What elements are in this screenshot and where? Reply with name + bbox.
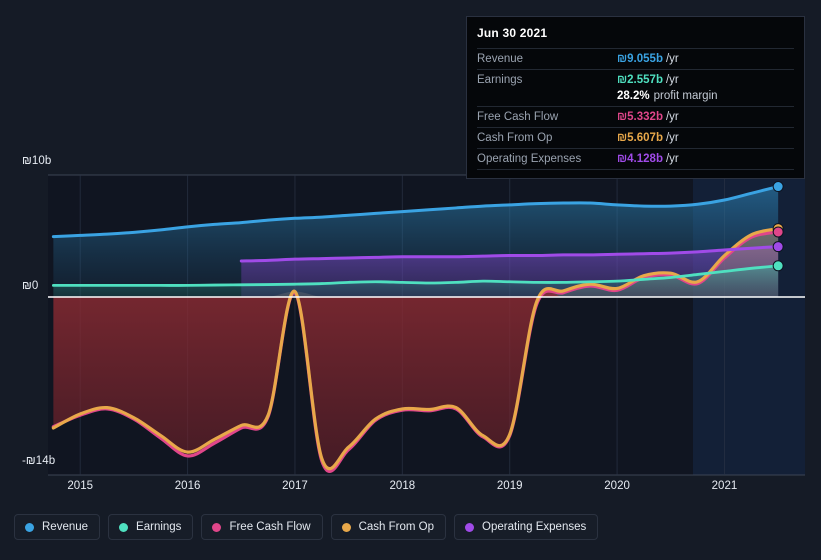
- y-axis-label-bottom: -₪14b: [22, 455, 56, 467]
- legend-item-label: Operating Expenses: [482, 521, 587, 533]
- tooltip-row-operating-expenses: Operating Expenses ₪4.128b /yr: [477, 148, 794, 169]
- tooltip-unit-free-cash-flow: /yr: [665, 111, 679, 123]
- tooltip-row-cash-from-op: Cash From Op ₪5.607b /yr: [477, 127, 794, 148]
- endpoint-marker-earnings: [772, 260, 784, 272]
- tooltip-value-operating-expenses: ₪4.128b: [617, 153, 663, 165]
- legend-item-label: Earnings: [136, 521, 182, 533]
- x-axis-tick-2019: 2019: [496, 480, 523, 492]
- x-axis-tick-2017: 2017: [282, 480, 308, 492]
- legend-item-free-cash-flow[interactable]: Free Cash Flow: [201, 514, 323, 540]
- tooltip-row-revenue: Revenue ₪9.055b /yr: [477, 48, 794, 69]
- tooltip-bottom-rule: [477, 169, 794, 172]
- tooltip-label-cash-from-op: Cash From Op: [477, 132, 553, 144]
- tooltip-row-earnings: Earnings ₪2.557b /yr: [477, 69, 794, 90]
- tooltip-value-cash-from-op: ₪5.607b: [617, 132, 663, 144]
- legend-color-dot-icon: [341, 522, 351, 532]
- x-axis-tick-2016: 2016: [174, 480, 201, 492]
- tooltip-unit-cash-from-op: /yr: [665, 132, 679, 144]
- tooltip-label-revenue: Revenue: [477, 53, 524, 65]
- x-axis-tick-2018: 2018: [389, 480, 416, 492]
- y-axis-label-zero: ₪0: [22, 280, 39, 292]
- x-axis-tick-2015: 2015: [67, 480, 93, 492]
- legend-item-earnings[interactable]: Earnings: [108, 514, 194, 540]
- tooltip-label-operating-expenses: Operating Expenses: [477, 153, 582, 165]
- chart-page: ₪10b ₪0 -₪14b 2015 2016 2017 2018 2019 2020 20…: [0, 0, 821, 560]
- legend-item-revenue[interactable]: Revenue: [14, 514, 101, 540]
- endpoint-marker-revenue: [772, 181, 784, 193]
- tooltip-value-revenue: ₪9.055b: [617, 53, 663, 65]
- tooltip-value-earnings: ₪2.557b: [617, 74, 663, 86]
- legend-color-dot-icon: [465, 522, 475, 532]
- legend-item-operating-expenses[interactable]: Operating Expenses: [454, 514, 599, 540]
- tooltip-value-free-cash-flow: ₪5.332b: [617, 111, 663, 123]
- legend-color-dot-icon: [25, 522, 34, 532]
- legend-color-dot-icon: [119, 522, 129, 532]
- chart-tooltip: Jun 30 2021 Revenue ₪9.055b /yr Earnings…: [466, 16, 805, 179]
- tooltip-unit-earnings: /yr: [665, 74, 679, 86]
- x-axis-tick-2020: 2020: [604, 480, 630, 492]
- tooltip-label-free-cash-flow: Free Cash Flow: [477, 111, 559, 123]
- legend-color-dot-icon: [212, 522, 222, 532]
- y-axis-label-top: ₪10b: [22, 155, 52, 167]
- tooltip-unit-operating-expenses: /yr: [665, 153, 679, 165]
- endpoint-marker-free-cash-flow: [772, 226, 784, 238]
- tooltip-label-earnings: Earnings: [477, 74, 523, 86]
- x-axis-tick-2021: 2021: [711, 480, 738, 492]
- legend-item-label: Revenue: [42, 521, 89, 533]
- tooltip-unit-revenue: /yr: [665, 53, 679, 65]
- tooltip-text-profit-margin: profit margin: [653, 90, 718, 102]
- tooltip-date: Jun 30 2021: [477, 26, 548, 40]
- legend-item-label: Cash From Op: [358, 521, 435, 533]
- endpoint-marker-operating-expenses: [772, 241, 784, 253]
- legend-item-label: Free Cash Flow: [229, 521, 311, 533]
- tooltip-value-profit-margin: 28.2%: [617, 90, 650, 102]
- legend-item-cash-from-op[interactable]: Cash From Op: [330, 514, 447, 540]
- tooltip-row-profit-margin: 28.2% profit margin: [477, 90, 794, 106]
- chart-legend: Revenue Earnings Free Cash Flow Cash From O…: [14, 514, 599, 540]
- tooltip-row-free-cash-flow: Free Cash Flow ₪5.332b /yr: [477, 106, 794, 127]
